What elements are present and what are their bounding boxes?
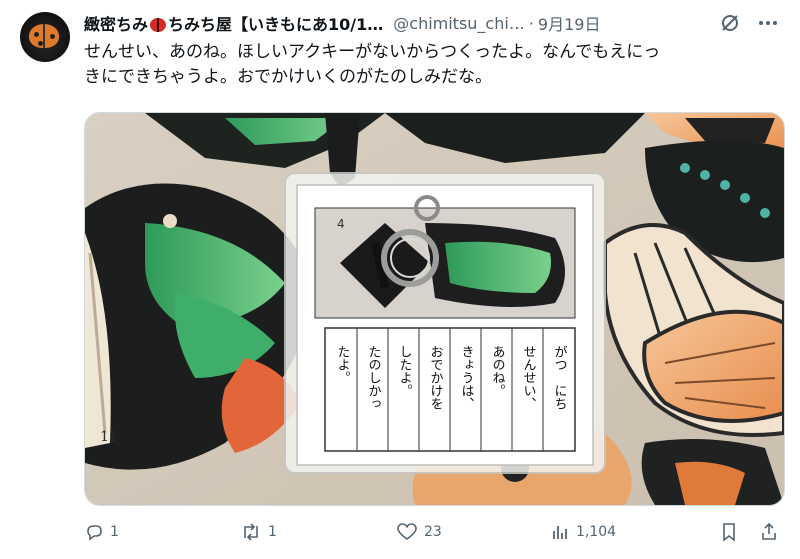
- diary-line: たのしかっ: [366, 345, 381, 410]
- like-count: 23: [424, 524, 442, 540]
- diary-line: あのね。: [490, 345, 506, 397]
- ladybug-spot: [50, 34, 55, 39]
- photo-canvas: 4 がつ にち せんせい、 あのね。 きょうは、 おでかけを したよ。 たのしか…: [85, 113, 784, 505]
- diary-line: おでかけを: [428, 345, 443, 410]
- keychain-number: 4: [337, 217, 345, 231]
- heart-icon: [397, 523, 417, 540]
- butterfly-label: 11: [100, 429, 118, 445]
- tweet-actions: 1 1 23 1,104: [84, 522, 783, 548]
- diary-line: がつ にち: [552, 345, 568, 410]
- tweet-header: 緻密ちみ ちみち屋【いきもにあ10/1… @chimitsu_chi… · 9月1…: [84, 12, 780, 34]
- avatar[interactable]: [20, 12, 70, 62]
- views-icon: [553, 526, 567, 539]
- more-options-icon[interactable]: [756, 11, 780, 35]
- diary-line: きょうは、: [459, 345, 474, 410]
- bookmark-icon: [723, 523, 735, 542]
- ladybug-spot: [38, 41, 43, 46]
- share-icon: [762, 522, 776, 540]
- reply-button[interactable]: 1: [84, 522, 119, 542]
- display-name-prefix: 緻密ちみ: [84, 15, 149, 34]
- tweet-text: せんせい、あのね。ほしいアクキーがないからつくったよ。なんでもえにっ きにできち…: [84, 40, 784, 90]
- tweet-text-line: きにできちゃうよ。おでかけいくのがたのしみだな。: [84, 67, 492, 87]
- diary-line: せんせい、: [521, 345, 537, 410]
- share-button[interactable]: [760, 522, 778, 542]
- display-name-suffix: ちみち屋【いきもにあ10/1…: [168, 15, 384, 34]
- diary-line: たよ。: [335, 345, 350, 384]
- user-handle[interactable]: @chimitsu_chi…: [393, 14, 525, 33]
- views-button[interactable]: 1,104: [550, 522, 616, 542]
- bookmark-button[interactable]: [720, 522, 738, 542]
- acrylic-keychain: 4 がつ にち せんせい、 あのね。 きょうは、 おでかけを したよ。 たのしか…: [284, 172, 606, 474]
- ladybug-emoji-icon: [150, 18, 167, 32]
- tweet-photo[interactable]: 4 がつ にち せんせい、 あのね。 きょうは、 おでかけを したよ。 たのしか…: [84, 112, 785, 506]
- tweet-text-line: せんせい、あのね。ほしいアクキーがないからつくったよ。なんでもえにっ: [84, 42, 661, 62]
- display-name[interactable]: 緻密ちみ ちみち屋【いきもにあ10/1…: [84, 11, 383, 35]
- view-count: 1,104: [576, 524, 617, 540]
- ladybug-spot: [34, 32, 39, 37]
- reply-count: 1: [110, 524, 119, 540]
- repost-icon: [244, 523, 258, 541]
- separator-dot: ·: [528, 13, 534, 33]
- grok-icon[interactable]: [718, 11, 742, 35]
- like-button[interactable]: 23: [396, 522, 442, 542]
- repost-count: 1: [268, 524, 277, 540]
- tweet-date[interactable]: 9月19日: [538, 11, 601, 35]
- repost-button[interactable]: 1: [240, 522, 277, 542]
- reply-icon: [87, 525, 102, 541]
- diary-line: したよ。: [397, 345, 412, 397]
